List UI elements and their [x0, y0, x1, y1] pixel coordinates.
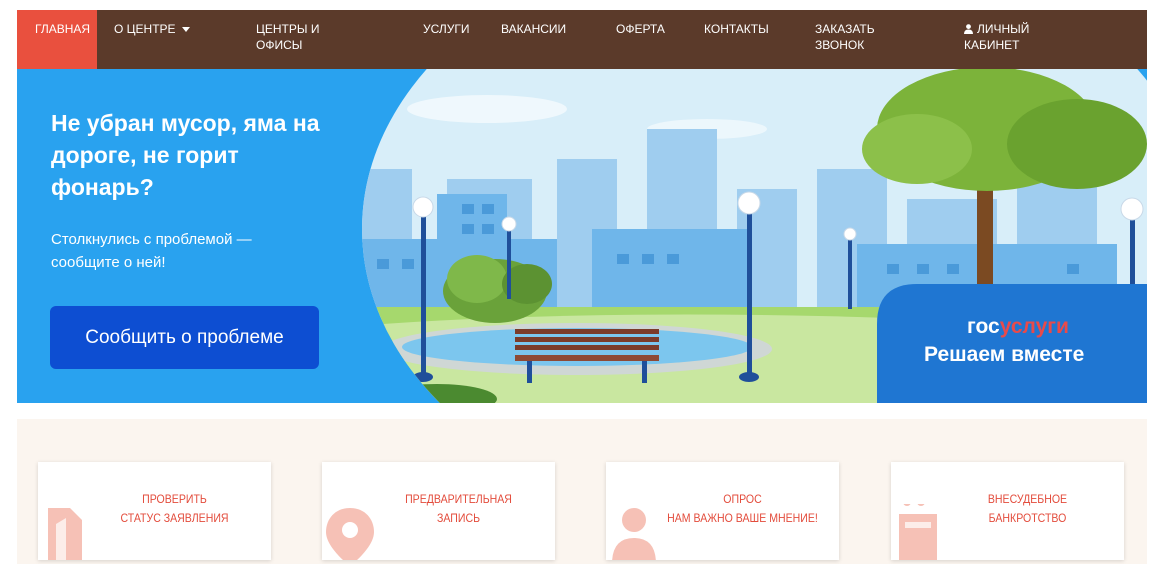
map-pin-icon: [326, 508, 374, 560]
wallet-icon: [899, 504, 937, 560]
person-icon: [612, 508, 656, 560]
nav-item-services[interactable]: Услуги: [393, 10, 480, 69]
card-survey[interactable]: Опрос нам важно ваше мнение!: [606, 462, 839, 560]
banner-title: Не убран мусор, яма на дороге, не горит …: [51, 110, 320, 200]
nav-item-about[interactable]: О центре: [97, 10, 209, 69]
nav-item-account[interactable]: Личный кабинет: [943, 10, 1147, 69]
nav-item-vacancies[interactable]: Вакансии: [480, 10, 591, 69]
report-problem-button[interactable]: Сообщить о проблеме: [50, 306, 319, 369]
banner-slogan: Решаем вместе: [924, 343, 1085, 366]
banner-subtitle: Столкнулись с проблемой — сообщите о ней…: [51, 231, 252, 271]
hero-banner: Не убран мусор, яма на дороге, не горит …: [17, 69, 1147, 403]
top-nav: Главная О центре Центры и офисы Услуги В…: [17, 10, 1147, 69]
card-appointment[interactable]: Предварительная запись: [322, 462, 555, 560]
nav-item-order-call[interactable]: Заказать звонок: [793, 10, 943, 69]
gosuslugi-logo: госуслуги: [967, 315, 1069, 338]
card-check-status[interactable]: Проверить статус заявления: [38, 462, 271, 560]
services-section: Проверить статус заявления Предварительна…: [17, 419, 1147, 564]
chevron-down-icon: [181, 27, 190, 33]
user-icon: [964, 24, 973, 34]
nav-item-centers[interactable]: Центры и офисы: [209, 10, 393, 69]
nav-item-contacts[interactable]: Контакты: [682, 10, 793, 69]
nav-item-home[interactable]: Главная: [17, 10, 97, 69]
nav-item-offer[interactable]: Оферта: [591, 10, 682, 69]
card-bankruptcy[interactable]: Внесудебное банкротство: [891, 462, 1124, 560]
document-icon: [48, 508, 82, 560]
